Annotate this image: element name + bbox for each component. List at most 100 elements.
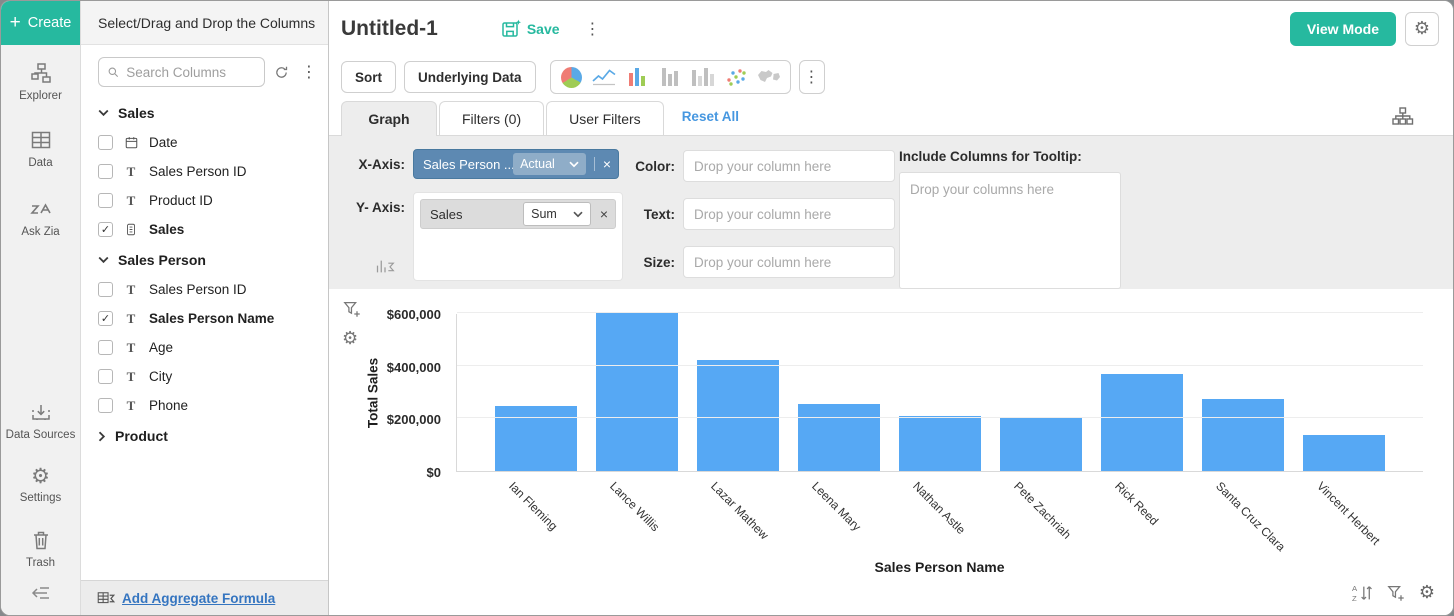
gear-icon: ⚙ <box>31 465 50 487</box>
checkbox[interactable] <box>98 398 113 413</box>
collapse-icon <box>28 583 54 603</box>
color-dropzone[interactable]: Drop your column here <box>683 150 895 182</box>
sidebar-item-label: Settings <box>20 492 62 504</box>
column-item-age[interactable]: T Age <box>81 333 328 362</box>
column-item-phone[interactable]: T Phone <box>81 391 328 420</box>
column-item-sales-person-id[interactable]: T Sales Person ID <box>81 157 328 186</box>
reset-all-link[interactable]: Reset All <box>682 109 739 124</box>
pie-chart-icon[interactable] <box>555 62 588 92</box>
bar[interactable] <box>596 313 678 471</box>
bar[interactable] <box>899 416 981 471</box>
sidebar-item-explorer[interactable]: Explorer <box>1 61 80 102</box>
bar[interactable] <box>1202 399 1284 471</box>
checkbox[interactable] <box>98 282 113 297</box>
x-axis-pill[interactable]: Sales Person ... Actual × <box>413 149 619 179</box>
checkbox[interactable] <box>98 135 113 150</box>
chart-filter-button[interactable] <box>1386 583 1406 603</box>
checkbox[interactable] <box>98 164 113 179</box>
x-category-label: Rick Reed <box>1112 479 1161 528</box>
y-axis-aggregate-dropdown[interactable]: Sum <box>523 202 591 226</box>
color-label: Color: <box>631 159 675 174</box>
axis-column: X-Axis: Sales Person ... Actual × Y- Axi… <box>339 149 631 289</box>
checkbox[interactable] <box>98 311 113 326</box>
aggregate-formula-icon <box>97 591 115 606</box>
column-group-product[interactable]: Product <box>81 420 328 451</box>
calendar-icon <box>124 135 139 150</box>
size-label: Size: <box>631 255 675 270</box>
column-item-sp-name[interactable]: T Sales Person Name <box>81 304 328 333</box>
sidebar-item-data[interactable]: Data <box>1 128 80 169</box>
number-type-icon <box>124 222 138 237</box>
map-chart-icon[interactable] <box>753 62 786 92</box>
bar[interactable] <box>798 404 880 471</box>
column-item-product-id[interactable]: T Product ID <box>81 186 328 215</box>
search-input[interactable] <box>126 65 256 80</box>
column-label: Date <box>149 135 178 150</box>
sort-button[interactable]: Sort <box>341 61 396 93</box>
scatter-chart-icon[interactable] <box>720 62 753 92</box>
funnel-plus-icon <box>1386 583 1406 603</box>
sidebar-item-data-sources[interactable]: Data Sources <box>1 400 80 441</box>
refresh-button[interactable] <box>273 64 290 81</box>
view-mode-button[interactable]: View Mode <box>1290 12 1396 46</box>
bar[interactable] <box>1000 418 1082 471</box>
checkbox[interactable] <box>98 340 113 355</box>
column-chart-gray-icon[interactable] <box>654 62 687 92</box>
checkbox[interactable] <box>98 222 113 237</box>
bar[interactable] <box>495 406 577 471</box>
kebab-icon: ⋮ <box>801 69 823 85</box>
dropzone-placeholder: Drop your column here <box>694 255 831 270</box>
column-group-sales[interactable]: Sales <box>81 97 328 128</box>
drop-columns: Color: Drop your column here Text: Drop … <box>631 149 899 289</box>
report-settings-button[interactable]: ⚙ <box>1405 12 1439 46</box>
sidebar-item-ask-zia[interactable]: Ask Zia <box>1 197 80 238</box>
y-axis-dropzone[interactable]: Sales Sum × <box>413 192 623 281</box>
y-axis-pill[interactable]: Sales Sum × <box>420 199 616 229</box>
column-item-sp-id[interactable]: T Sales Person ID <box>81 275 328 304</box>
line-chart-icon[interactable] <box>588 62 621 92</box>
column-item-city[interactable]: T City <box>81 362 328 391</box>
sidebar-item-settings[interactable]: ⚙ Settings <box>1 465 80 504</box>
main-area: Untitled-1 Save ⋮ View Mode ⚙ Sort Under… <box>329 1 1453 615</box>
column-item-sales[interactable]: Sales <box>81 215 328 244</box>
bar[interactable] <box>697 360 779 471</box>
chart-options-button[interactable]: ⚙ <box>1419 582 1435 604</box>
remove-y-column-button[interactable]: × <box>600 207 608 221</box>
grouped-bar-chart-icon[interactable] <box>687 62 720 92</box>
checkbox[interactable] <box>98 369 113 384</box>
column-item-date[interactable]: Date <box>81 128 328 157</box>
create-label: Create <box>28 15 72 31</box>
text-type-icon: T <box>122 193 140 209</box>
tooltip-dropzone[interactable]: Drop your columns here <box>899 172 1121 289</box>
report-menu-button[interactable]: ⋮ <box>582 21 604 37</box>
sort-az-button[interactable]: AZ <box>1351 583 1373 603</box>
bar-chart-icon[interactable] <box>621 62 654 92</box>
bar[interactable] <box>1101 374 1183 471</box>
create-button[interactable]: + Create <box>1 1 80 45</box>
search-box[interactable] <box>98 57 265 87</box>
layout-hierarchy-button[interactable] <box>1390 104 1415 128</box>
column-label: Sales Person ID <box>149 282 247 297</box>
checkbox[interactable] <box>98 193 113 208</box>
text-dropzone[interactable]: Drop your column here <box>683 198 895 230</box>
add-aggregate-formula-link[interactable]: Add Aggregate Formula <box>122 591 275 606</box>
tab-filters[interactable]: Filters (0) <box>439 101 544 135</box>
column-label: Phone <box>149 398 188 413</box>
x-axis-mode-dropdown[interactable]: Actual <box>513 153 586 175</box>
collapse-rail-button[interactable] <box>1 569 80 615</box>
column-group-sales-person[interactable]: Sales Person <box>81 244 328 275</box>
sidebar-item-trash[interactable]: Trash <box>1 528 80 569</box>
tab-user-filters[interactable]: User Filters <box>546 101 664 135</box>
bar[interactable] <box>1303 435 1385 471</box>
save-button[interactable]: Save <box>500 18 560 40</box>
remove-x-column-button[interactable]: × <box>594 157 611 171</box>
zia-icon <box>28 197 54 221</box>
columns-menu-button[interactable]: ⋮ <box>298 64 320 80</box>
tab-graph[interactable]: Graph <box>341 101 437 136</box>
chart-panel: ⚙ Total Sales $0$200,000$400,000$600,000… <box>329 289 1453 615</box>
underlying-data-button[interactable]: Underlying Data <box>404 61 536 93</box>
chevron-down-icon <box>573 211 583 218</box>
size-dropzone[interactable]: Drop your column here <box>683 246 895 278</box>
aggregate-bars-icon <box>375 258 395 275</box>
more-chart-types-button[interactable]: ⋮ <box>799 60 825 94</box>
